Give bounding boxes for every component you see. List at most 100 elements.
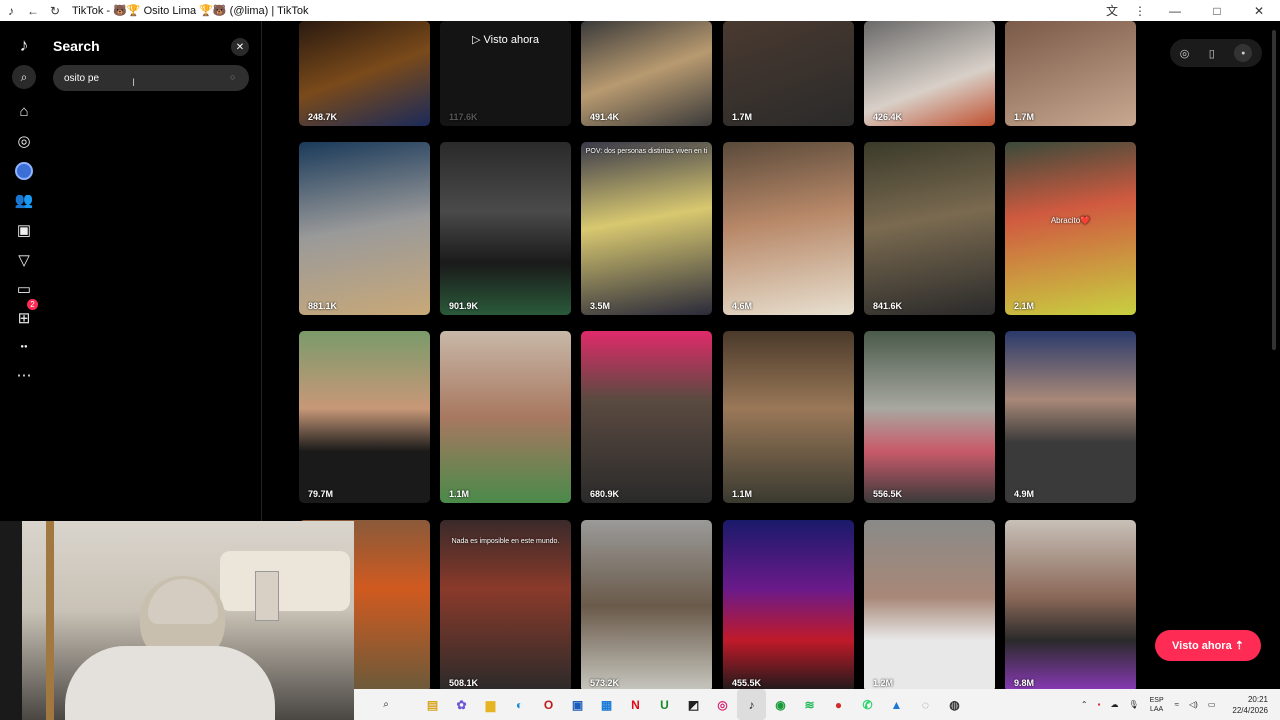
clock[interactable]: 20:21 22/4/2026 xyxy=(1220,694,1280,716)
view-count: 79.7M xyxy=(308,489,334,499)
video-tile[interactable]: 556.5K xyxy=(864,331,995,503)
view-count: 426.4K xyxy=(873,112,903,122)
search-input[interactable] xyxy=(53,65,249,91)
video-tile[interactable]: 4.6M xyxy=(723,142,854,315)
view-count: 2.1M xyxy=(1014,301,1035,311)
profile-mini-avatar-icon[interactable]: ●● xyxy=(12,335,36,359)
spotify-icon[interactable]: ≋ xyxy=(795,689,824,720)
video-tile[interactable]: 1.7M xyxy=(723,21,854,126)
view-count: 491.4K xyxy=(590,112,620,122)
video-tile[interactable]: 901.9K xyxy=(440,142,571,315)
reload-icon[interactable]: ↻ xyxy=(44,0,66,21)
visto-ahora-button[interactable]: Visto ahora ⇡ xyxy=(1155,630,1261,661)
maximize-button[interactable]: □ xyxy=(1196,0,1238,21)
folder-icon[interactable]: ▆ xyxy=(476,689,505,720)
video-tile[interactable]: ▷ Visto ahora 117.6K xyxy=(440,21,571,126)
recorder-icon[interactable]: ● xyxy=(824,689,853,720)
video-tile[interactable]: 1.1M xyxy=(440,331,571,503)
following-icon[interactable]: 👥 xyxy=(12,188,36,212)
tiktok-logo-icon[interactable]: ♪ xyxy=(12,33,36,57)
tray-chevron-icon[interactable]: ⌃ xyxy=(1076,700,1093,709)
upwork-icon[interactable]: U xyxy=(650,689,679,720)
video-tile[interactable]: Nada es imposible en este mundo. 508.1K xyxy=(440,520,571,689)
video-tile[interactable]: 1.1M xyxy=(723,331,854,503)
edge-icon[interactable]: ◐ xyxy=(505,689,534,720)
more-menu-icon[interactable]: ⋯ xyxy=(12,363,36,387)
clock-time: 20:21 xyxy=(1247,694,1268,704)
more-icon[interactable]: ⋮ xyxy=(1126,0,1154,21)
close-search-button[interactable]: ✕ xyxy=(231,38,249,56)
video-tile[interactable]: POV: dos personas distintas viven en ti … xyxy=(581,142,712,315)
video-tile[interactable]: 9.8M xyxy=(1005,520,1136,689)
view-count: 117.6K xyxy=(449,112,478,122)
view-count: 508.1K xyxy=(449,678,479,688)
live-icon[interactable]: ▣ xyxy=(12,218,36,242)
video-tile[interactable]: 4.9M xyxy=(1005,331,1136,503)
volume-icon[interactable]: ◁) xyxy=(1184,700,1203,709)
sidebar: ♪ ⌕ ⌂ ◎ 👥 ▣ ▽ ▭ 2 ⊞ ●● ⋯ xyxy=(0,21,48,521)
video-tile[interactable]: 573.2K xyxy=(581,520,712,689)
language-indicator[interactable]: ESP LAA xyxy=(1144,696,1170,714)
view-count: 1.1M xyxy=(732,489,753,499)
video-tile[interactable]: 79.7M xyxy=(299,331,430,503)
opera-icon[interactable]: O xyxy=(534,689,563,720)
view-count: 1.7M xyxy=(1014,112,1035,122)
account-avatar[interactable]: ● xyxy=(1234,44,1253,62)
netflix-icon[interactable]: N xyxy=(621,689,650,720)
video-tile[interactable]: 426.4K xyxy=(864,21,995,126)
compass-icon[interactable]: ◎ xyxy=(1180,47,1190,60)
view-count: 841.6K xyxy=(873,301,903,311)
video-caption: Nada es imposible en este mundo. xyxy=(451,538,560,545)
scrollbar[interactable] xyxy=(1272,30,1276,350)
minimize-button[interactable]: — xyxy=(1154,0,1196,21)
video-tile[interactable]: 881.1K xyxy=(299,142,430,315)
cloud-icon[interactable]: ☁ xyxy=(1105,700,1123,709)
video-tile[interactable]: 841.6K xyxy=(864,142,995,315)
messages-icon[interactable]: ▭ xyxy=(12,277,36,301)
video-tile[interactable]: 491.4K xyxy=(581,21,712,126)
video-caption: Abracito❤️ xyxy=(1050,216,1091,225)
wifi-icon[interactable]: ≈ xyxy=(1170,700,1184,709)
copilot-icon[interactable]: ✿ xyxy=(447,689,476,720)
taskbar: ⌕ ▤ ✿ ▆ ◐ O ▣ ▦ N U ◩ ◎ ♪ ◉ ≋ ● ✆ ▲ ◌ ◍ … xyxy=(354,689,1280,720)
home-icon[interactable]: ⌂ xyxy=(12,99,36,123)
microphone-icon[interactable]: 🎙 xyxy=(1123,700,1143,709)
browser-titlebar: ♪ ← ↻ TikTok - 🐻🏆 Osito Lima 🏆🐻 (@lima) … xyxy=(0,0,1280,21)
capcut-icon[interactable]: ◩ xyxy=(679,689,708,720)
view-count: 4.9M xyxy=(1014,489,1035,499)
battery-icon[interactable]: ▭ xyxy=(1203,700,1221,709)
translate-icon[interactable]: 文 xyxy=(1098,0,1126,21)
view-count: 680.9K xyxy=(590,489,620,499)
close-window-button[interactable]: ✕ xyxy=(1238,0,1280,21)
taskbar-search-icon[interactable]: ⌕ xyxy=(354,689,418,720)
device-icon[interactable]: ▯ xyxy=(1209,47,1215,60)
tiktok-favicon-icon: ♪ xyxy=(8,3,14,18)
whatsapp-icon[interactable]: ✆ xyxy=(853,689,882,720)
view-count: 556.5K xyxy=(873,489,903,499)
explore-icon[interactable]: ◎ xyxy=(12,129,36,153)
instagram-icon[interactable]: ◎ xyxy=(708,689,737,720)
tiktok-app-icon[interactable]: ♪ xyxy=(737,689,766,720)
profile-icon[interactable] xyxy=(12,159,36,183)
chrome-icon[interactable]: ◉ xyxy=(766,689,795,720)
file-explorer-icon[interactable]: ▤ xyxy=(418,689,447,720)
tray-app-icon[interactable]: ▪ xyxy=(1093,700,1106,709)
view-count: 4.6M xyxy=(732,301,753,311)
dev-tool-icon[interactable]: ◌ xyxy=(911,689,940,720)
store-icon[interactable]: ▦ xyxy=(592,689,621,720)
search-icon[interactable]: ⌕ xyxy=(12,65,36,89)
video-tile[interactable]: 680.9K xyxy=(581,331,712,503)
add-icon[interactable]: ⊞ xyxy=(12,306,36,330)
photos-icon[interactable]: ▲ xyxy=(882,689,911,720)
settings-app-icon[interactable]: ▣ xyxy=(563,689,592,720)
view-count: 1.7M xyxy=(732,112,753,122)
video-tile[interactable]: 1.2M xyxy=(864,520,995,689)
video-tile[interactable]: Abracito❤️ 2.1M xyxy=(1005,142,1136,315)
now-watching-label: ▷ Visto ahora xyxy=(472,34,539,46)
video-tile[interactable]: 1.7M xyxy=(1005,21,1136,126)
video-tile[interactable]: 248.7K xyxy=(299,21,430,126)
video-tile[interactable]: 455.5K xyxy=(723,520,854,689)
back-arrow-icon[interactable]: ← xyxy=(22,0,44,21)
upload-triangle-icon[interactable]: ▽ xyxy=(12,248,36,272)
obs-icon[interactable]: ◍ xyxy=(940,689,969,720)
